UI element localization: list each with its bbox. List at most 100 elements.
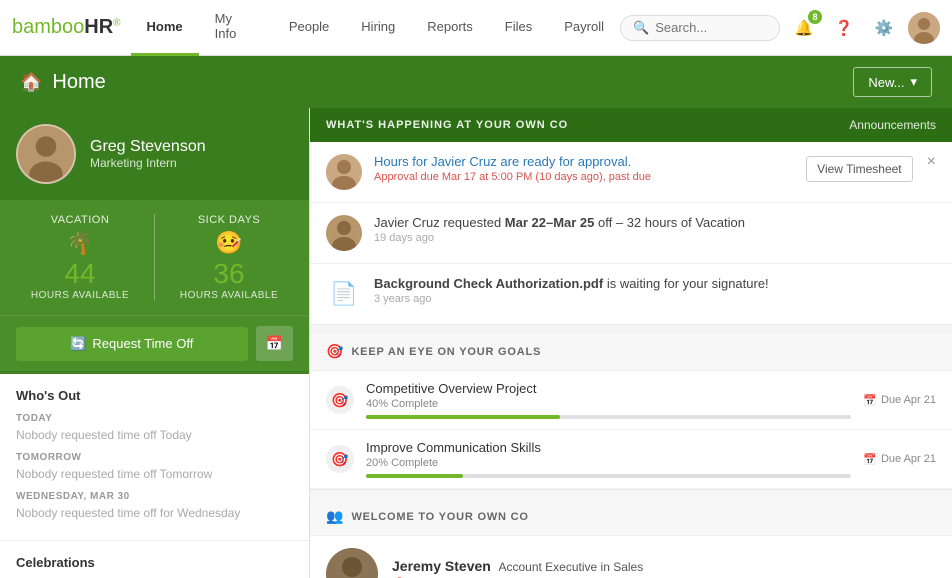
goal-item-1: 🎯 Competitive Overview Project 40% Compl… (310, 371, 952, 430)
ann-avatar-vacation (326, 215, 362, 251)
sickdays-label: Sick Days (165, 214, 293, 226)
welcome-icon: 👥 (326, 508, 343, 525)
ann-document-text: Background Check Authorization.pdf is wa… (374, 276, 936, 291)
ann-approval-link[interactable]: Hours for Javier Cruz are ready for appr… (374, 154, 631, 169)
chevron-down-icon: ▾ (910, 74, 917, 90)
ann-content-vacation: Javier Cruz requested Mar 22–Mar 25 off … (374, 215, 936, 244)
announcement-item-approval: Hours for Javier Cruz are ready for appr… (310, 142, 952, 203)
ann-vacation-before: Javier Cruz requested (374, 215, 505, 230)
logo-bamboo: bamboo (12, 16, 84, 38)
profile-info: Greg Stevenson Marketing Intern (90, 138, 206, 170)
whos-out-title: Who's Out (16, 388, 293, 403)
wednesday-message: Nobody requested time off for Wednesday (16, 506, 293, 520)
logo[interactable]: bambooHR® (12, 16, 121, 39)
goal-content-1: Competitive Overview Project 40% Complet… (366, 381, 851, 419)
profile-name: Greg Stevenson (90, 138, 206, 156)
calculator-icon: 📅 (266, 335, 283, 351)
goal-progress-fill-1 (366, 415, 560, 419)
ann-doc-icon: 📄 (326, 276, 362, 312)
nav-item-reports[interactable]: Reports (411, 0, 489, 56)
logo-hr: HR (84, 16, 113, 38)
help-button[interactable]: ❓ (828, 12, 860, 44)
search-box[interactable]: 🔍 (620, 15, 780, 41)
request-btn-label: Request Time Off (92, 336, 193, 351)
request-time-off-button[interactable]: 🔄 Request Time Off (16, 327, 248, 361)
wednesday-label: WEDNESDAY, MAR 30 (16, 491, 293, 502)
ann-doc-after: is waiting for your signature! (603, 276, 768, 291)
sickdays-hours: 36 (165, 258, 293, 290)
goal-item-2: 🎯 Improve Communication Skills 20% Compl… (310, 430, 952, 489)
goals-section: 🎯 KEEP AN EYE ON YOUR GOALS 🎯 Competitiv… (310, 333, 952, 490)
new-button[interactable]: New... ▾ (853, 67, 932, 97)
goal-pct-1: 40% Complete (366, 398, 851, 410)
goal-due-2: 📅 Due Apr 21 (863, 453, 936, 466)
goal-progress-fill-2 (366, 474, 463, 478)
announcements-section: WHAT'S HAPPENING AT YOUR OWN CO Announce… (310, 108, 952, 325)
ann-doc-name: Background Check Authorization.pdf (374, 276, 603, 291)
announcement-item-vacation: Javier Cruz requested Mar 22–Mar 25 off … (310, 203, 952, 264)
profile-avatar[interactable] (16, 124, 76, 184)
goal-pct-2: 20% Complete (366, 457, 851, 469)
notification-badge: 8 (808, 10, 822, 24)
ann-vacation-after: off – 32 hours of Vacation (594, 215, 745, 230)
main-content: Greg Stevenson Marketing Intern Vacation… (0, 108, 952, 578)
calendar-icon-1: 📅 (863, 394, 877, 407)
welcome-section: 👥 WELCOME TO YOUR OWN CO Jeremy Steven A… (310, 498, 952, 578)
profile-section: Greg Stevenson Marketing Intern (0, 108, 309, 200)
nav-right: 🔍 🔔 8 ❓ ⚙️ (620, 12, 940, 44)
nav-item-myinfo[interactable]: My Info (199, 0, 273, 56)
page-header: 🏠 Home New... ▾ (0, 56, 952, 108)
hours-divider (154, 214, 155, 301)
tomorrow-label: TOMORROW (16, 452, 293, 463)
calculator-button[interactable]: 📅 (256, 326, 293, 361)
welcome-item: Jeremy Steven Account Executive in Sales… (310, 536, 952, 578)
page-title: 🏠 Home (20, 71, 106, 94)
hours-section: Vacation 🌴 44 HOURS AVAILABLE Sick Days … (0, 200, 309, 316)
announcement-item-document: 📄 Background Check Authorization.pdf is … (310, 264, 952, 324)
actions-section: 🔄 Request Time Off 📅 (0, 316, 309, 374)
calendar-icon-2: 📅 (863, 453, 877, 466)
user-avatar[interactable] (908, 12, 940, 44)
clock-icon: 🔄 (70, 336, 86, 352)
welcome-name: Jeremy Steven (392, 558, 491, 574)
notifications-button[interactable]: 🔔 8 (788, 12, 820, 44)
nav-item-home[interactable]: Home (131, 0, 199, 56)
welcome-info: Jeremy Steven Account Executive in Sales… (392, 558, 643, 578)
nav-item-payroll[interactable]: Payroll (548, 0, 620, 56)
search-input[interactable] (655, 20, 775, 35)
vacation-block: Vacation 🌴 44 HOURS AVAILABLE (16, 214, 144, 301)
question-icon: ❓ (835, 19, 854, 37)
settings-button[interactable]: ⚙️ (868, 12, 900, 44)
close-announcement-button[interactable]: × (919, 154, 936, 170)
goal-content-2: Improve Communication Skills 20% Complet… (366, 440, 851, 478)
left-panel: Greg Stevenson Marketing Intern Vacation… (0, 108, 310, 578)
nav-item-files[interactable]: Files (489, 0, 548, 56)
ann-content-document: Background Check Authorization.pdf is wa… (374, 276, 936, 305)
search-icon: 🔍 (633, 20, 649, 36)
ann-approval-actions: View Timesheet × (806, 154, 936, 182)
welcome-name-role: Jeremy Steven Account Executive in Sales (392, 558, 643, 574)
announcements-link[interactable]: Announcements (849, 118, 936, 132)
welcome-avatar (326, 548, 378, 578)
goal-progress-bar-1 (366, 415, 851, 419)
goal-progress-bar-2 (366, 474, 851, 478)
celebrations-title: Celebrations (16, 555, 293, 570)
nav-item-people[interactable]: People (273, 0, 345, 56)
logo-trademark: ® (113, 17, 120, 28)
welcome-title: WELCOME TO YOUR OWN CO (351, 511, 528, 523)
sickdays-block: Sick Days 🤒 36 HOURS AVAILABLE (165, 214, 293, 301)
today-label: TODAY (16, 413, 293, 424)
right-panel: WHAT'S HAPPENING AT YOUR OWN CO Announce… (310, 108, 952, 578)
main-nav: Home My Info People Hiring Reports Files… (131, 0, 620, 56)
goal-icon-2: 🎯 (326, 445, 354, 473)
sickdays-icon: 🤒 (165, 230, 293, 256)
nav-item-hiring[interactable]: Hiring (345, 0, 411, 56)
announcements-header-title: WHAT'S HAPPENING AT YOUR OWN CO (326, 119, 568, 131)
ann-approval-sub: Approval due Mar 17 at 5:00 PM (10 days … (374, 171, 794, 183)
welcome-header: 👥 WELCOME TO YOUR OWN CO (310, 498, 952, 536)
view-timesheet-button[interactable]: View Timesheet (806, 156, 913, 182)
welcome-role: Account Executive in Sales (498, 560, 643, 574)
sickdays-sub: HOURS AVAILABLE (165, 290, 293, 301)
goal-name-1: Competitive Overview Project (366, 381, 851, 396)
ann-vacation-dates: Mar 22–Mar 25 (505, 215, 595, 230)
